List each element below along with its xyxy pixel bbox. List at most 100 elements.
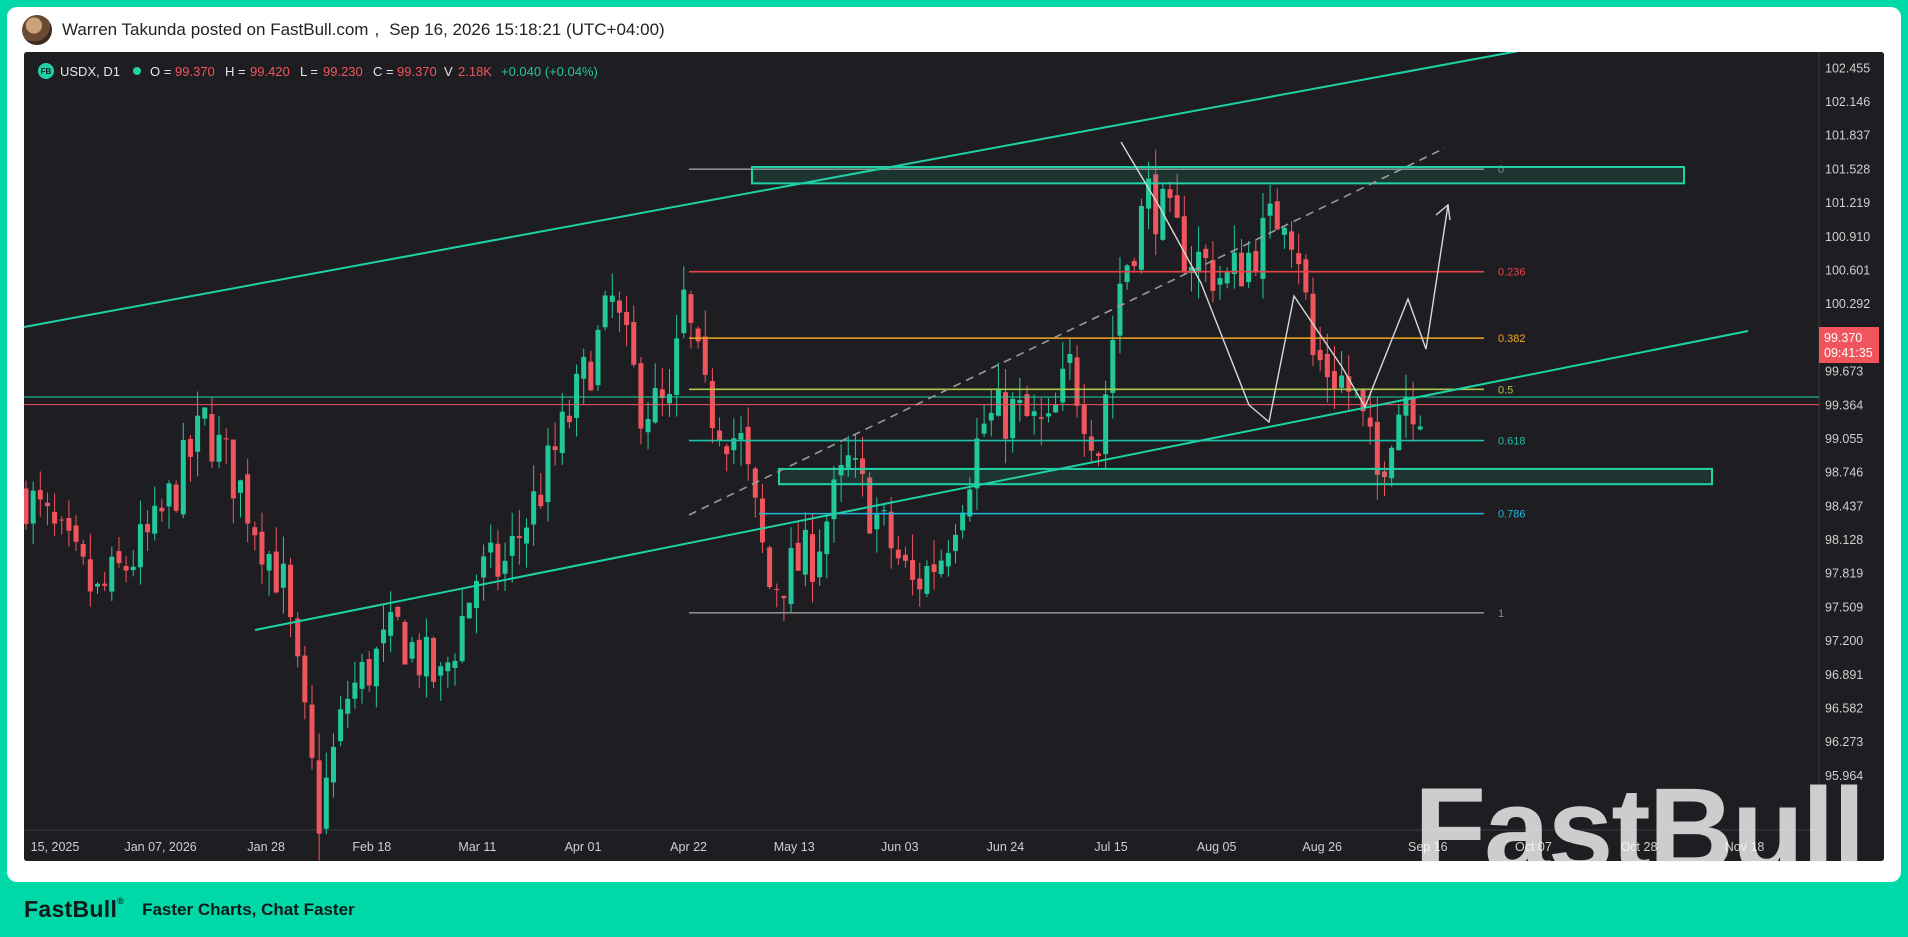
candle-body xyxy=(652,388,658,423)
candle-body xyxy=(938,560,944,575)
candle-body xyxy=(259,531,265,565)
price-tick-label: 99.055 xyxy=(1825,432,1863,446)
candle-body xyxy=(745,426,751,465)
candle-body xyxy=(1217,278,1223,285)
candle-body xyxy=(338,709,344,742)
candle-body xyxy=(788,548,794,605)
author-avatar[interactable] xyxy=(22,15,52,45)
candle-body xyxy=(323,777,329,829)
candle-body xyxy=(345,698,351,714)
candle-body xyxy=(502,560,508,574)
low-value: 99.230 xyxy=(323,64,363,79)
candle-body xyxy=(1096,453,1101,456)
candle-body xyxy=(1003,392,1009,439)
candle-body xyxy=(452,660,458,668)
price-chart[interactable]: 00.2360.3820.50.6180.7861 102.455102.146… xyxy=(24,52,1884,861)
support-zone xyxy=(778,467,1713,486)
candle-body xyxy=(166,483,172,507)
candle-body xyxy=(774,589,780,591)
candle-body xyxy=(1124,265,1130,283)
candle-body xyxy=(302,655,308,703)
price-badge: 99.370 09:41:35 xyxy=(1819,327,1879,363)
candle-body xyxy=(1231,252,1237,274)
candle-body xyxy=(1081,404,1087,434)
candle-body xyxy=(431,638,437,682)
candle-body xyxy=(152,505,158,534)
candle-body xyxy=(73,525,79,542)
chart-panel[interactable]: 00.2360.3820.50.6180.7861 102.455102.146… xyxy=(24,52,1884,861)
candle-body xyxy=(409,642,415,659)
candle-body xyxy=(953,534,958,552)
candle-body xyxy=(1331,371,1337,390)
candle-body xyxy=(238,480,243,493)
candle-body xyxy=(1074,357,1080,406)
candle-body xyxy=(1203,248,1209,259)
market-status-dot-icon xyxy=(133,67,141,75)
time-tick-label: Aug 05 xyxy=(1197,840,1237,854)
candle-body xyxy=(395,606,401,617)
candle-body xyxy=(902,554,908,561)
candle-body xyxy=(545,445,551,503)
candle-body xyxy=(695,328,701,342)
time-tick-label: Apr 01 xyxy=(565,840,602,854)
candle-body xyxy=(1210,260,1216,291)
candle-body xyxy=(581,356,587,379)
candle-body xyxy=(1374,421,1380,475)
candle-body xyxy=(1410,397,1416,425)
candle-body xyxy=(759,498,765,543)
candle-body xyxy=(388,612,394,636)
candle-body xyxy=(123,565,129,571)
candle-body xyxy=(917,578,923,590)
candle-body xyxy=(137,524,143,568)
candle-body xyxy=(1396,414,1402,451)
candle-body xyxy=(266,554,272,571)
candle-body xyxy=(445,662,451,672)
candle-body xyxy=(295,618,301,657)
candle-body xyxy=(1239,252,1244,287)
candle-body xyxy=(252,527,258,536)
candle-body xyxy=(187,438,193,457)
price-tick-label: 102.455 xyxy=(1825,61,1870,75)
candle-body xyxy=(1267,203,1273,216)
fib-level-label: 0.786 xyxy=(1498,509,1526,521)
posted-on-text: posted on FastBull.com xyxy=(190,20,369,39)
candle-body xyxy=(381,629,386,644)
candle-body xyxy=(624,312,630,326)
candle-body xyxy=(674,338,680,395)
candle-body xyxy=(724,446,730,455)
candle-body xyxy=(180,440,186,515)
candle-body xyxy=(767,547,773,587)
candle-body xyxy=(802,529,808,575)
candle-body xyxy=(30,490,36,524)
footer-brand: FastBull xyxy=(24,896,118,922)
candle-body xyxy=(1131,260,1137,267)
candle-body xyxy=(1367,417,1373,427)
price-tick-label: 96.582 xyxy=(1825,702,1863,716)
author-name[interactable]: Warren Takunda xyxy=(62,20,186,40)
candle-body xyxy=(945,552,951,567)
candle-body xyxy=(588,361,594,391)
candle-body xyxy=(1045,413,1051,417)
candle-body xyxy=(273,551,279,593)
time-tick-label: Apr 22 xyxy=(670,840,707,854)
candle-body xyxy=(524,527,529,544)
candle-body xyxy=(59,519,65,521)
footer-logo[interactable]: FastBull® xyxy=(24,896,124,923)
candle-body xyxy=(116,551,122,564)
candle-body xyxy=(288,564,294,618)
candle-body xyxy=(145,523,151,533)
symbol-name[interactable]: USDX, D1 xyxy=(60,64,120,79)
fib-level-label: 0.236 xyxy=(1498,267,1526,279)
price-tick-label: 97.819 xyxy=(1825,567,1863,581)
price-badge-countdown: 09:41:35 xyxy=(1824,346,1873,360)
candle-body xyxy=(1224,271,1230,284)
price-tick-label: 98.128 xyxy=(1825,533,1863,547)
footer-tagline: Faster Charts, Chat Faster xyxy=(142,899,355,919)
candle-body xyxy=(438,666,444,676)
post-datetime: Sep 16, 2026 15:18:21 (UTC+04:00) xyxy=(389,20,665,39)
post-header: Warren Takunda posted on FastBull.com , … xyxy=(22,14,665,46)
candle-body xyxy=(645,419,651,433)
candle-body xyxy=(810,534,815,582)
candle-body xyxy=(24,488,29,524)
candle-body xyxy=(159,507,165,512)
